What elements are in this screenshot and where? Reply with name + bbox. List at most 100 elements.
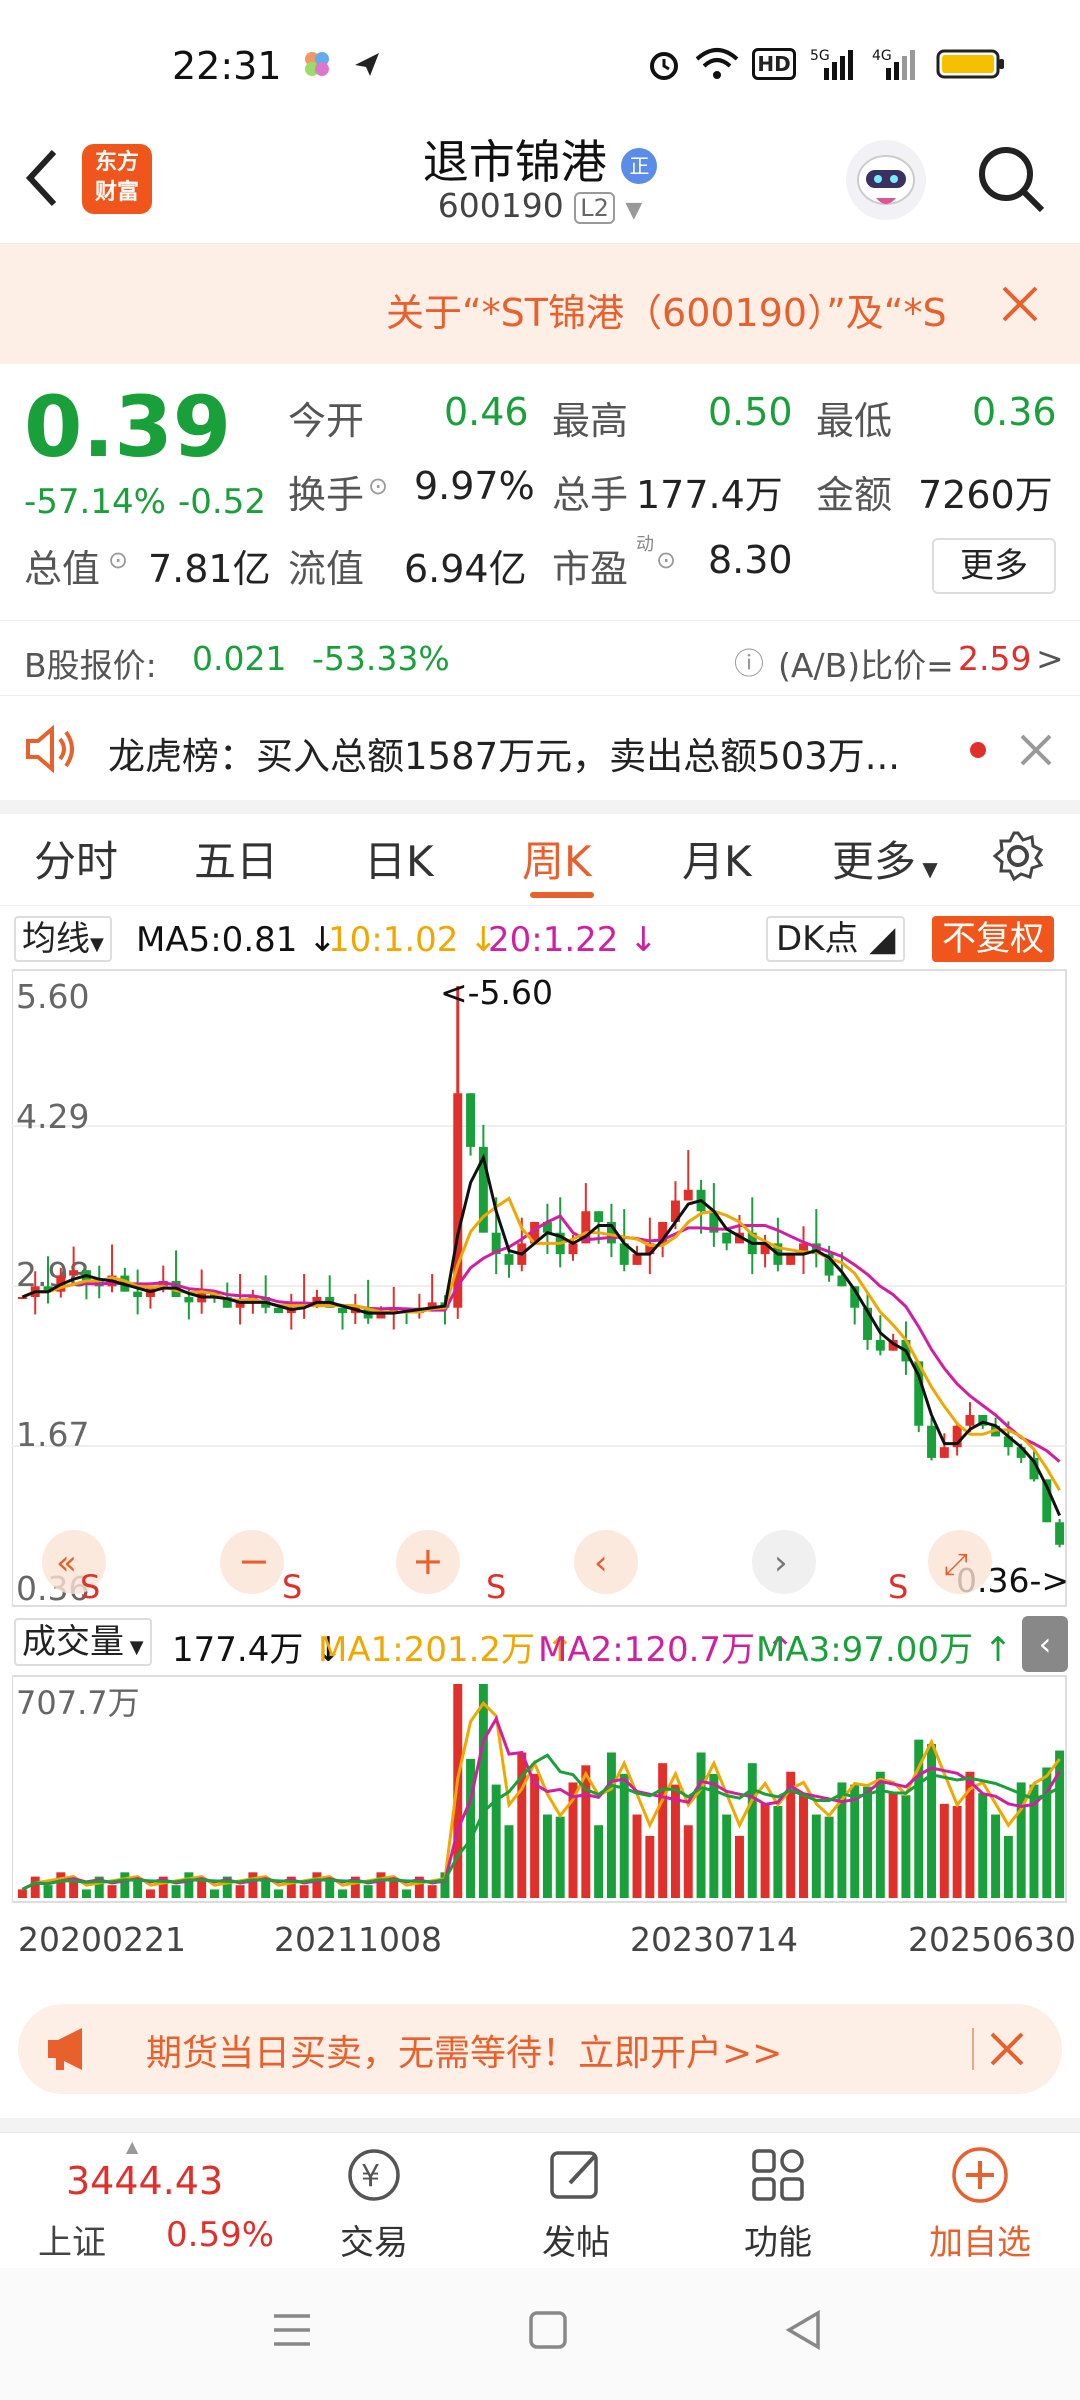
- volume-bar: [81, 1889, 91, 1898]
- volume-bar: [645, 1835, 655, 1898]
- ma-indicator-row: 均线▼ MA5:0.81 ↓ 10:1.02 ↓ 20:1.22 ↓ DK点 ◢…: [0, 910, 1080, 966]
- collapse-panel-button[interactable]: ‹: [1022, 1616, 1068, 1672]
- robot-assistant-icon[interactable]: [846, 140, 926, 220]
- date-tick: 20230714: [630, 1920, 798, 1959]
- volume-bar: [594, 1825, 604, 1898]
- volume-bar: [734, 1835, 744, 1898]
- candle-body: [69, 1270, 79, 1276]
- back-triangle-icon[interactable]: [784, 2309, 824, 2354]
- index-value: 3444.43: [66, 2159, 224, 2203]
- volume-bar: [555, 1816, 565, 1898]
- volume-bar: [261, 1880, 271, 1898]
- volume-bar: [389, 1880, 399, 1898]
- volume-bar: [1003, 1835, 1013, 1898]
- home-icon[interactable]: [528, 2310, 568, 2354]
- volume-bar: [376, 1872, 386, 1898]
- indicator-selector[interactable]: 均线▼: [14, 916, 112, 962]
- nav-post[interactable]: 发帖: [506, 2143, 646, 2264]
- low-value: 0.36: [972, 390, 1057, 434]
- chevron-right-icon: >: [1036, 639, 1064, 678]
- divider: [972, 2028, 974, 2070]
- volume-bar: [722, 1814, 732, 1898]
- clock: 22:31: [172, 44, 282, 88]
- index-percent: 0.59%: [166, 2215, 275, 2255]
- volume-bar: [184, 1872, 194, 1898]
- chevron-left-icon: ‹: [594, 1543, 608, 1583]
- index-name: 上证: [38, 2223, 106, 2263]
- market-index-widget[interactable]: ▲ 3444.43 上证 0.59%: [0, 2133, 290, 2269]
- volume-chart[interactable]: 707.7万: [12, 1674, 1068, 1904]
- dragon-tiger-text: 龙虎榜：买入总额1587万元，卖出总额503万...: [108, 735, 901, 778]
- volume-bar: [299, 1885, 309, 1898]
- svg-text:S: S: [80, 1568, 100, 1606]
- nav-functions[interactable]: 功能: [708, 2143, 848, 2264]
- svg-text:¥: ¥: [361, 2159, 380, 2194]
- candle-body: [939, 1447, 949, 1458]
- announcement-banner[interactable]: 关于“*ST锦港（600190）”及“*S: [0, 244, 1080, 364]
- tab-more[interactable]: 更多 ▼: [832, 828, 938, 889]
- mktcap-value: 7.81亿: [148, 547, 271, 591]
- caret-up-icon: ▲: [126, 2137, 139, 2156]
- tab-monthly-k[interactable]: 月K: [682, 828, 752, 889]
- futures-ad-banner[interactable]: 期货当日买卖，无需等待！立即开户>>: [18, 2004, 1062, 2094]
- volume-bar: [197, 1880, 207, 1898]
- volume-bar: [939, 1803, 949, 1898]
- close-icon[interactable]: [988, 2030, 1026, 2072]
- tab-weekly-k[interactable]: 周K: [522, 828, 592, 889]
- verified-badge: 正: [621, 147, 658, 184]
- nav-add-watchlist[interactable]: 加自选: [910, 2143, 1050, 2264]
- settings-gear-icon[interactable]: [990, 828, 1046, 888]
- close-icon[interactable]: [1018, 732, 1054, 772]
- tab-daily-k[interactable]: 日K: [364, 828, 434, 889]
- volume-bar: [978, 1793, 988, 1898]
- paper-plane-icon: [350, 44, 384, 84]
- volume-bar: [363, 1885, 373, 1898]
- volume-bar: [747, 1763, 757, 1898]
- chart-nav-buttons: « − + ‹ › ⤢: [42, 1530, 992, 1594]
- menu-icon[interactable]: [272, 2310, 312, 2354]
- volume-bar: [325, 1880, 335, 1898]
- candle-body: [17, 1297, 27, 1300]
- app-notification-icon: [300, 44, 334, 84]
- info-icon[interactable]: ⊙: [656, 546, 676, 574]
- nav-trade[interactable]: ¥ 交易: [304, 2143, 444, 2264]
- volume-selector[interactable]: 成交量 ▼: [14, 1618, 152, 1666]
- volume-bar: [799, 1793, 808, 1898]
- volume-bar: [248, 1872, 258, 1898]
- dragon-tiger-banner[interactable]: 龙虎榜：买入总额1587万元，卖出总额503万...: [0, 700, 1080, 800]
- volume-bar: [530, 1773, 540, 1898]
- dk-point-button[interactable]: DK点 ◢: [766, 916, 906, 962]
- ma10-value: 10:1.02 ↓: [328, 920, 498, 960]
- announcement-text: 关于“*ST锦港（600190）”及“*S: [386, 291, 947, 335]
- close-icon[interactable]: [1000, 284, 1040, 328]
- adjust-button[interactable]: 不复权: [932, 916, 1054, 962]
- amount-value: 7260万: [918, 473, 1053, 517]
- turnover-label: 换手: [288, 473, 365, 517]
- kline-chart[interactable]: 5.60 4.29 2.98 1.67 0.36 <-5.60 0.36-> «…: [12, 968, 1068, 1608]
- more-button[interactable]: 更多: [932, 538, 1056, 594]
- tab-five-day[interactable]: 五日: [194, 828, 278, 889]
- candle-body: [184, 1297, 194, 1303]
- divider: [0, 2118, 1080, 2132]
- info-icon[interactable]: ⊙: [108, 546, 128, 574]
- tab-intraday[interactable]: 分时: [34, 828, 118, 889]
- help-icon[interactable]: ⓘ: [734, 639, 764, 683]
- change-amount: -0.52: [178, 482, 266, 522]
- volume-bar: [632, 1814, 642, 1898]
- info-icon[interactable]: ⊙: [368, 472, 388, 500]
- volume-bar: [427, 1885, 437, 1898]
- date-tick: 20211008: [274, 1920, 442, 1959]
- battery-icon: [936, 44, 1006, 84]
- search-icon[interactable]: [974, 142, 1050, 222]
- open-value: 0.46: [444, 390, 529, 434]
- b-share-row[interactable]: B股报价: 0.021 -53.33% ⓘ (A/B)比价= 2.59 >: [0, 620, 1080, 696]
- volume-bar: [209, 1889, 219, 1898]
- grid-icon: [752, 2149, 804, 2201]
- trade-icon: ¥: [348, 2149, 400, 2201]
- candle-body: [722, 1232, 732, 1244]
- volume-bar: [453, 1684, 463, 1898]
- bottom-navigation: ▲ 3444.43 上证 0.59% ¥ 交易 发帖 功能 加自选: [0, 2132, 1080, 2268]
- svg-text:S: S: [888, 1568, 908, 1606]
- last-price: 0.39: [24, 378, 232, 476]
- candle-body: [786, 1254, 796, 1265]
